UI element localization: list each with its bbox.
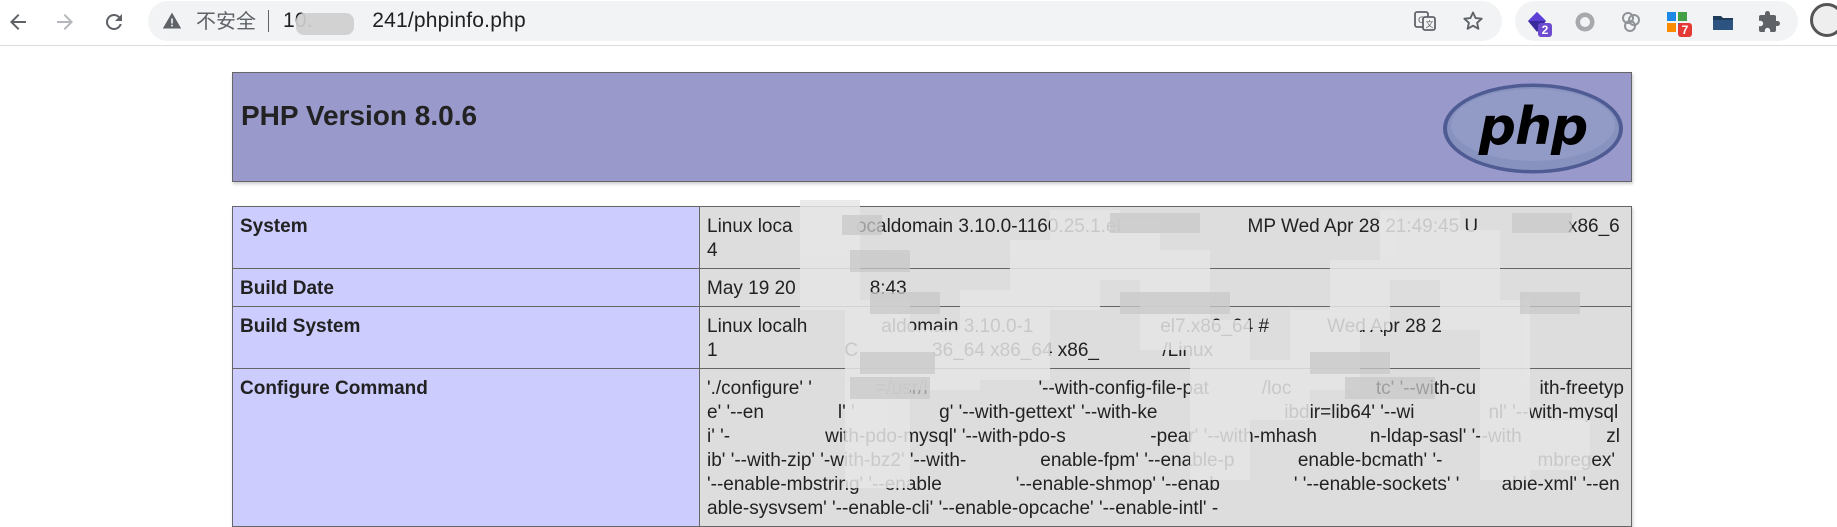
- address-bar[interactable]: 不安全 10. 241/phpinfo.php G 文: [148, 1, 1502, 41]
- row-label-build-system: Build System: [232, 306, 700, 369]
- url-redaction: [296, 13, 354, 35]
- warning-triangle-icon[interactable]: [162, 11, 182, 31]
- folder-extension-icon[interactable]: [1711, 10, 1735, 34]
- forward-button[interactable]: [47, 4, 83, 40]
- bookmark-star-icon[interactable]: [1461, 9, 1485, 33]
- extension-badge: 2: [1538, 23, 1552, 37]
- svg-text:文: 文: [1426, 19, 1434, 29]
- row-label-build-date: Build Date: [232, 268, 700, 307]
- table-row: Build System Linux localh aldomain 3.10.…: [232, 306, 1632, 369]
- profile-avatar[interactable]: [1810, 3, 1837, 37]
- php-version-header: PHP Version 8.0.6 php: [232, 72, 1632, 182]
- row-value-configure-command: './configure' ' =/usr/l '--with-config-f…: [699, 368, 1632, 527]
- arrow-right-icon: [57, 14, 73, 30]
- table-row: Configure Command './configure' ' =/usr/…: [232, 368, 1632, 527]
- extensions-bar: 2 7: [1515, 1, 1798, 41]
- php-logo-text: php: [1478, 97, 1587, 157]
- puzzle-extensions-icon[interactable]: [1757, 10, 1781, 34]
- row-value-build-date: May 19 20 8:43: [699, 268, 1632, 307]
- extension-badge: 7: [1678, 23, 1692, 37]
- arrow-left-icon: [10, 14, 26, 30]
- table-row: Build Date May 19 20 8:43: [232, 268, 1632, 307]
- row-value-build-system: Linux localh aldomain 3.10.0-1 el7.x86_6…: [699, 306, 1632, 369]
- reload-icon: [105, 13, 122, 30]
- multi-circle-extension-icon[interactable]: [1619, 10, 1643, 34]
- php-logo: php: [1443, 83, 1623, 174]
- purple-gem-extension-icon[interactable]: 2: [1525, 10, 1552, 37]
- back-button[interactable]: [0, 4, 36, 40]
- row-label-system: System: [232, 206, 700, 269]
- security-status-label[interactable]: 不安全: [196, 10, 256, 32]
- reload-button[interactable]: [96, 4, 132, 40]
- grid-extension-icon[interactable]: 7: [1665, 10, 1692, 37]
- phpinfo-table: System Linux loca ocaldomain 3.10.0-1160…: [232, 206, 1632, 527]
- omnibox-divider: [268, 10, 269, 32]
- circle-extension-icon[interactable]: [1573, 10, 1597, 34]
- table-row: System Linux loca ocaldomain 3.10.0-1160…: [232, 206, 1632, 269]
- browser-toolbar: 不安全 10. 241/phpinfo.php G 文 2 7: [0, 0, 1837, 46]
- translate-icon[interactable]: G 文: [1413, 9, 1437, 33]
- row-label-configure-command: Configure Command: [232, 368, 700, 527]
- row-value-system: Linux loca ocaldomain 3.10.0-1160.25.1.e…: [699, 206, 1632, 269]
- page-title: PHP Version 8.0.6: [241, 100, 478, 131]
